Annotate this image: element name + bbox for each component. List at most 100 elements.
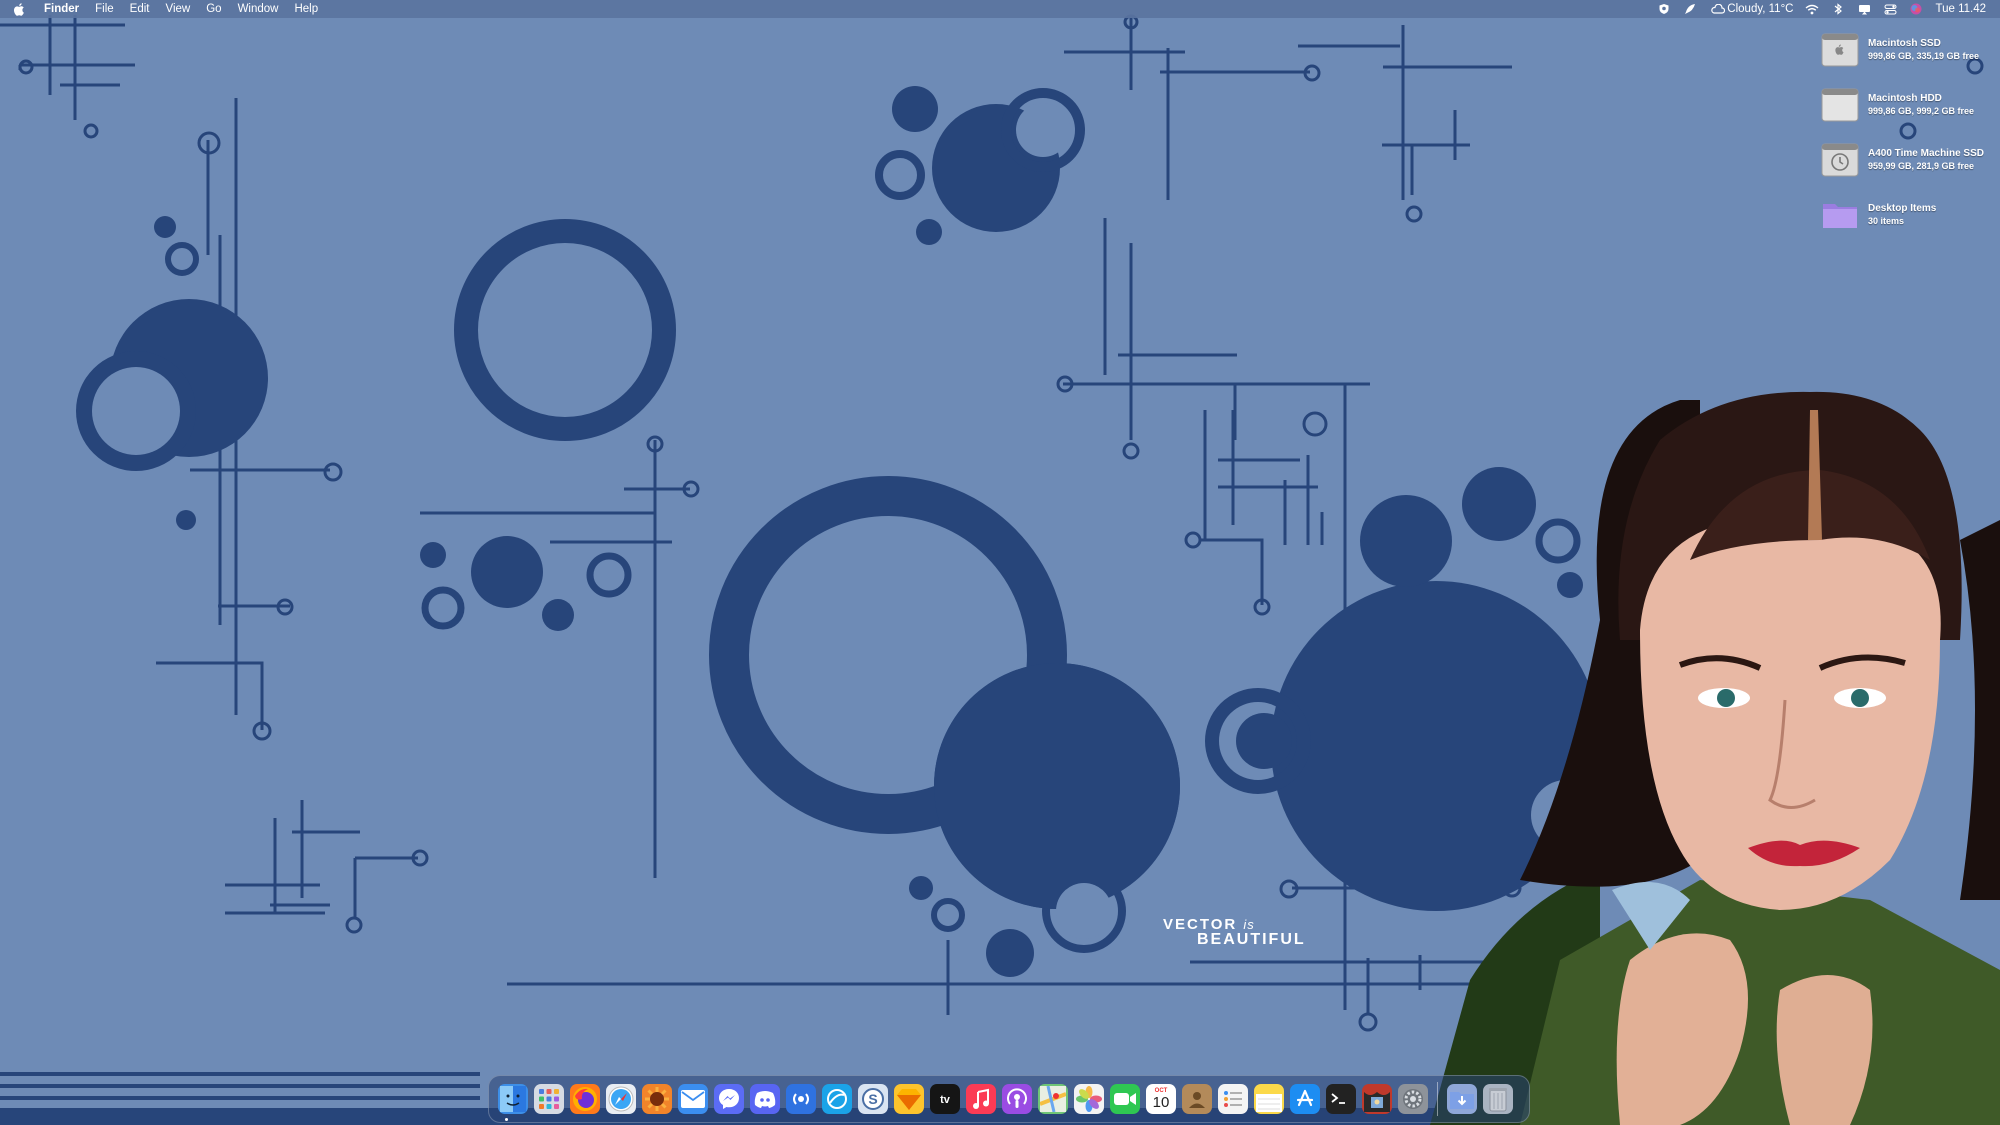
internal-disk-icon bbox=[1820, 30, 1860, 70]
terminal-icon[interactable] bbox=[1326, 1084, 1356, 1114]
skype-icon[interactable]: S bbox=[858, 1084, 888, 1114]
disk-detail: 959,99 GB, 281,9 GB free bbox=[1868, 161, 1975, 171]
photo-booth-icon-glyph bbox=[1364, 1086, 1390, 1112]
finder-running-indicator bbox=[505, 1118, 508, 1121]
terminal-icon-glyph bbox=[1331, 1093, 1345, 1104]
menu-help[interactable]: Help bbox=[286, 0, 326, 18]
radio-icon-glyph bbox=[793, 1093, 809, 1105]
mail-icon[interactable] bbox=[678, 1084, 708, 1114]
launchpad-icon-glyph bbox=[539, 1089, 559, 1109]
desktop-item-time-machine-ssd[interactable]: A400 Time Machine SSD 959,99 GB, 281,9 G… bbox=[1820, 135, 1990, 185]
disk-name: A400 Time Machine SSD bbox=[1868, 148, 1984, 159]
svg-text:tv: tv bbox=[940, 1094, 951, 1106]
sunburst-icon-glyph bbox=[645, 1087, 669, 1111]
safari-icon[interactable] bbox=[606, 1084, 636, 1114]
globe-icon-glyph bbox=[827, 1089, 847, 1109]
app-store-icon-glyph bbox=[1296, 1089, 1314, 1107]
desktop-item-macintosh-hdd[interactable]: Macintosh HDD 999,86 GB, 999,2 GB free bbox=[1820, 80, 1990, 130]
time-machine-disk-icon bbox=[1820, 140, 1860, 180]
firefox-icon-glyph bbox=[573, 1087, 597, 1111]
menu-window[interactable]: Window bbox=[230, 0, 287, 18]
podcasts-icon[interactable] bbox=[1002, 1084, 1032, 1114]
bluetooth-icon[interactable] bbox=[1831, 2, 1845, 16]
desktop-wallpaper bbox=[0, 0, 2000, 1125]
disk-name: Macintosh SSD bbox=[1868, 38, 1941, 49]
caption-is: is bbox=[1243, 917, 1255, 932]
internal-disk-icon bbox=[1820, 85, 1860, 125]
music-icon[interactable] bbox=[966, 1084, 996, 1114]
wallpaper-caption: VECTOR is BEAUTIFUL bbox=[1163, 916, 1306, 949]
messenger-icon[interactable] bbox=[714, 1084, 744, 1114]
menu-view[interactable]: View bbox=[158, 0, 199, 18]
disk-detail: 30 items bbox=[1868, 216, 1905, 226]
disk-name: Desktop Items bbox=[1868, 203, 1937, 214]
radio-icon[interactable] bbox=[786, 1084, 816, 1114]
siri-icon[interactable] bbox=[1909, 2, 1923, 16]
messenger-icon-glyph bbox=[719, 1089, 739, 1109]
feather-icon[interactable] bbox=[1683, 2, 1697, 16]
launchpad-icon[interactable] bbox=[534, 1084, 564, 1114]
app-store-icon[interactable] bbox=[1290, 1084, 1320, 1114]
trash-icon-glyph bbox=[1489, 1088, 1507, 1112]
wifi-icon[interactable] bbox=[1805, 2, 1819, 16]
photos-icon[interactable] bbox=[1074, 1084, 1104, 1114]
maps-icon[interactable] bbox=[1038, 1084, 1068, 1114]
photos-icon-glyph bbox=[1076, 1086, 1102, 1112]
notes-icon[interactable] bbox=[1254, 1084, 1284, 1114]
contacts-icon-glyph bbox=[1189, 1092, 1205, 1108]
discord-icon-glyph bbox=[754, 1091, 776, 1108]
gear-icon-glyph bbox=[1403, 1089, 1423, 1109]
dock: Stv OCT 10 bbox=[488, 1075, 1530, 1123]
cast-icon[interactable] bbox=[1857, 2, 1871, 16]
safari-icon-glyph bbox=[608, 1086, 634, 1112]
downloads-folder-icon[interactable] bbox=[1447, 1084, 1477, 1114]
control-center-icon[interactable] bbox=[1883, 2, 1897, 16]
calendar-day: 10 bbox=[1152, 1094, 1170, 1111]
facetime-icon[interactable] bbox=[1110, 1084, 1140, 1114]
trash-icon[interactable] bbox=[1483, 1084, 1513, 1114]
desktop-item-desktop-items[interactable]: Desktop Items 30 items bbox=[1820, 190, 1990, 240]
shield-icon[interactable] bbox=[1657, 2, 1671, 16]
facetime-icon-glyph bbox=[1114, 1093, 1136, 1105]
sketch-icon-glyph bbox=[897, 1089, 921, 1110]
downloads-folder-icon-glyph bbox=[1450, 1092, 1474, 1109]
mail-icon-glyph bbox=[681, 1090, 705, 1108]
apple-logo-icon[interactable] bbox=[14, 2, 26, 16]
gear-icon[interactable] bbox=[1398, 1084, 1428, 1114]
sketch-icon[interactable] bbox=[894, 1084, 924, 1114]
apple-tv-icon[interactable]: tv bbox=[930, 1084, 960, 1114]
apple-tv-icon-glyph: tv bbox=[940, 1094, 951, 1106]
dock-apps: Stv OCT 10 bbox=[495, 1084, 1431, 1114]
disk-detail: 999,86 GB, 335,19 GB free bbox=[1868, 51, 1980, 61]
contacts-icon[interactable] bbox=[1182, 1084, 1212, 1114]
discord-icon[interactable] bbox=[750, 1084, 780, 1114]
menu-file[interactable]: File bbox=[87, 0, 122, 18]
globe-icon[interactable] bbox=[822, 1084, 852, 1114]
menubar-clock[interactable]: Tue 11.42 bbox=[1935, 3, 1986, 15]
calendar-icon[interactable]: OCT 10 bbox=[1146, 1084, 1176, 1114]
dock-trailing bbox=[1444, 1084, 1516, 1114]
photo-booth-icon[interactable] bbox=[1362, 1084, 1392, 1114]
maps-icon-glyph bbox=[1040, 1086, 1066, 1112]
svg-text:S: S bbox=[868, 1091, 877, 1107]
cloud-icon bbox=[1709, 2, 1725, 16]
dock-separator bbox=[1437, 1082, 1438, 1116]
disk-name: Macintosh HDD bbox=[1868, 93, 1942, 104]
menu-app-finder[interactable]: Finder bbox=[36, 0, 87, 18]
caption-beautiful: BEAUTIFUL bbox=[1197, 931, 1306, 948]
desktop-item-macintosh-ssd[interactable]: Macintosh SSD 999,86 GB, 335,19 GB free bbox=[1820, 25, 1990, 75]
menu-go[interactable]: Go bbox=[198, 0, 229, 18]
notes-icon-glyph bbox=[1256, 1086, 1282, 1112]
sunburst-icon[interactable] bbox=[642, 1084, 672, 1114]
menu-edit[interactable]: Edit bbox=[122, 0, 158, 18]
finder-icon[interactable] bbox=[498, 1084, 528, 1114]
menu-bar: Finder File Edit View Go Window Help Clo… bbox=[0, 0, 2000, 18]
disk-detail: 999,86 GB, 999,2 GB free bbox=[1868, 106, 1975, 116]
folder-icon bbox=[1820, 195, 1860, 235]
music-icon-glyph bbox=[973, 1088, 989, 1109]
firefox-icon[interactable] bbox=[570, 1084, 600, 1114]
weather-status[interactable]: Cloudy, 11°C bbox=[1727, 3, 1793, 15]
skype-icon-glyph: S bbox=[862, 1088, 884, 1110]
podcasts-icon-glyph bbox=[1007, 1088, 1027, 1108]
reminders-icon[interactable] bbox=[1218, 1084, 1248, 1114]
